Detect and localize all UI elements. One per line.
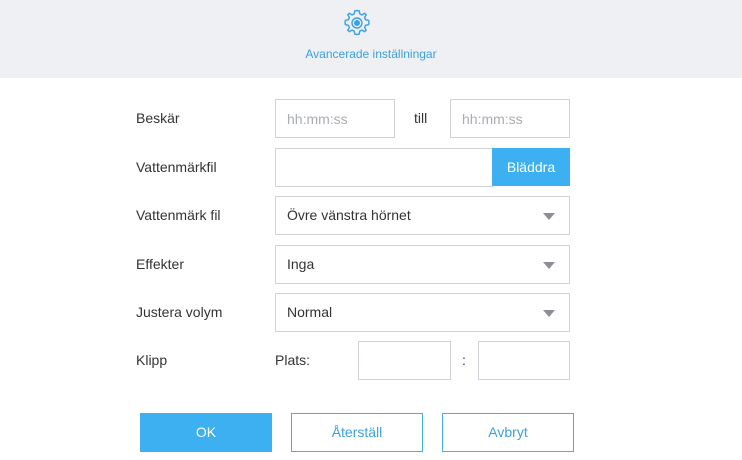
chevron-down-icon (543, 310, 555, 317)
volume-value: Normal (287, 304, 333, 320)
trim-start-field[interactable] (275, 99, 395, 138)
crop-position-label: Plats: (275, 352, 311, 368)
effects-label: Effekter (136, 256, 184, 272)
effects-value: Inga (287, 256, 315, 272)
reset-button[interactable]: Återställ (291, 413, 423, 452)
trim-label: Beskär (136, 110, 180, 126)
watermark-file-field[interactable] (275, 148, 493, 187)
crop-y-input[interactable] (479, 342, 569, 379)
crop-separator: : (462, 352, 466, 368)
crop-label: Klipp (136, 352, 168, 368)
volume-label: Justera volym (136, 304, 223, 320)
trim-separator: till (414, 110, 428, 126)
watermark-position-label: Vattenmärk fil (136, 207, 221, 223)
effects-select[interactable]: Inga (275, 245, 570, 284)
trim-end-field[interactable] (450, 99, 570, 138)
trim-end-input[interactable] (451, 100, 569, 137)
chevron-down-icon (543, 262, 555, 269)
watermark-position-value: Övre vänstra hörnet (287, 207, 411, 223)
crop-y-field[interactable] (478, 341, 570, 380)
volume-select[interactable]: Normal (275, 293, 570, 332)
crop-x-field[interactable] (358, 341, 451, 380)
watermark-file-label: Vattenmärkfil (136, 159, 217, 175)
gear-icon (344, 9, 370, 36)
browse-button[interactable]: Bläddra (492, 148, 570, 186)
watermark-position-select[interactable]: Övre vänstra hörnet (275, 196, 570, 235)
dialog-header: Avancerade inställningar (0, 0, 742, 78)
cancel-button[interactable]: Avbryt (442, 413, 574, 452)
trim-start-input[interactable] (276, 100, 394, 137)
dialog-title: Avancerade inställningar (305, 47, 437, 61)
ok-button[interactable]: OK (140, 413, 272, 452)
watermark-file-input[interactable] (276, 149, 492, 186)
chevron-down-icon (543, 213, 555, 220)
crop-x-input[interactable] (359, 342, 450, 379)
